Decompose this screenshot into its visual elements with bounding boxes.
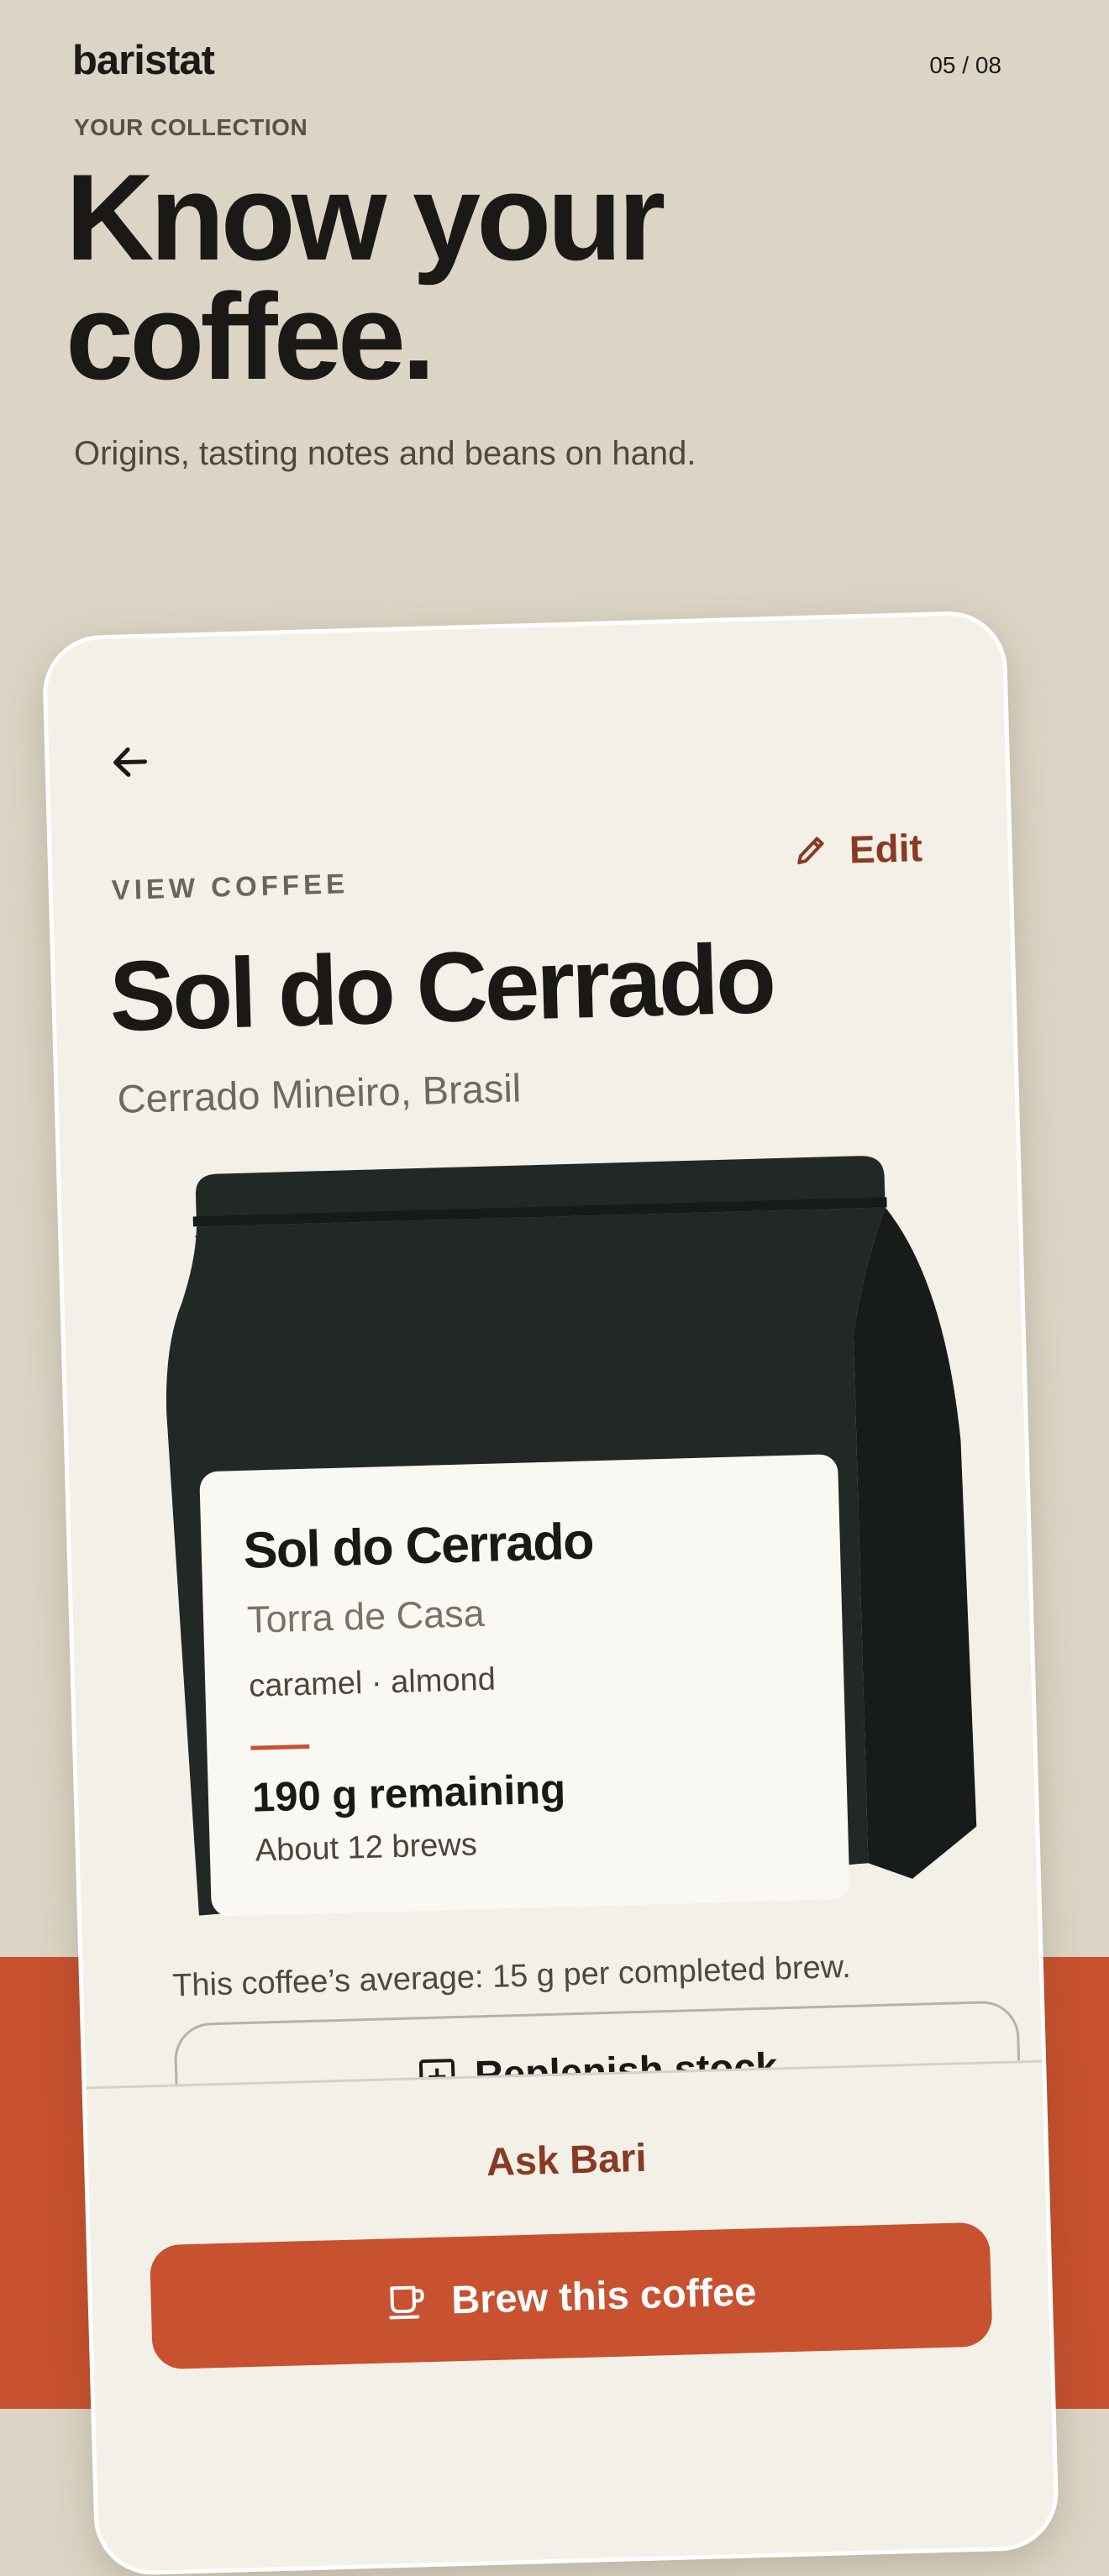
view-coffee-label: VIEW COFFEE	[111, 868, 350, 905]
page-counter: 05 / 08	[929, 52, 1001, 78]
phone-mockup: VIEW COFFEE Edit Sol do Cerrado Cerrado …	[41, 610, 1060, 2576]
brews-estimate: About 12 brews	[255, 1827, 478, 1869]
section-eyebrow: YOUR COLLECTION	[74, 114, 308, 140]
headline-line-2: coffee.	[66, 268, 436, 405]
bag-label-name: Sol do Cerrado	[242, 1512, 594, 1579]
subheadline: Origins, tasting notes and beans on hand…	[74, 435, 696, 472]
bag-label-roaster: Torra de Casa	[246, 1591, 486, 1641]
brew-label: Brew this coffee	[450, 2268, 757, 2322]
headline-line-1: Know your	[66, 149, 665, 286]
headline: Know your coffee.	[66, 149, 665, 405]
coffee-origin: Cerrado Mineiro, Brasil	[116, 1065, 522, 1121]
brand-logo: baristat	[72, 38, 215, 83]
back-button[interactable]	[101, 732, 161, 792]
arrow-left-icon	[113, 747, 148, 777]
label-divider	[250, 1744, 310, 1750]
average-note: This coffee’s average: 15 g per complete…	[171, 1949, 852, 2004]
coffee-cup-icon	[389, 2285, 425, 2320]
bag-label: Sol do Cerrado Torra de Casa caramel · a…	[199, 1454, 850, 1918]
edit-button[interactable]: Edit	[791, 825, 922, 874]
tasting-notes: caramel · almond	[248, 1661, 497, 1704]
coffee-name: Sol do Cerrado	[108, 923, 775, 1053]
edit-label: Edit	[849, 826, 923, 872]
remaining-amount: 190 g remaining	[251, 1766, 566, 1821]
ask-bari-button[interactable]: Ask Bari	[88, 2123, 1045, 2196]
pencil-icon	[797, 837, 824, 865]
action-sheet: Ask Bari Brew this coffee	[86, 2059, 1059, 2576]
coffee-bag-illustration: Sol do Cerrado Torra de Casa caramel · a…	[145, 1138, 981, 1942]
brew-coffee-button[interactable]: Brew this coffee	[149, 2222, 993, 2370]
